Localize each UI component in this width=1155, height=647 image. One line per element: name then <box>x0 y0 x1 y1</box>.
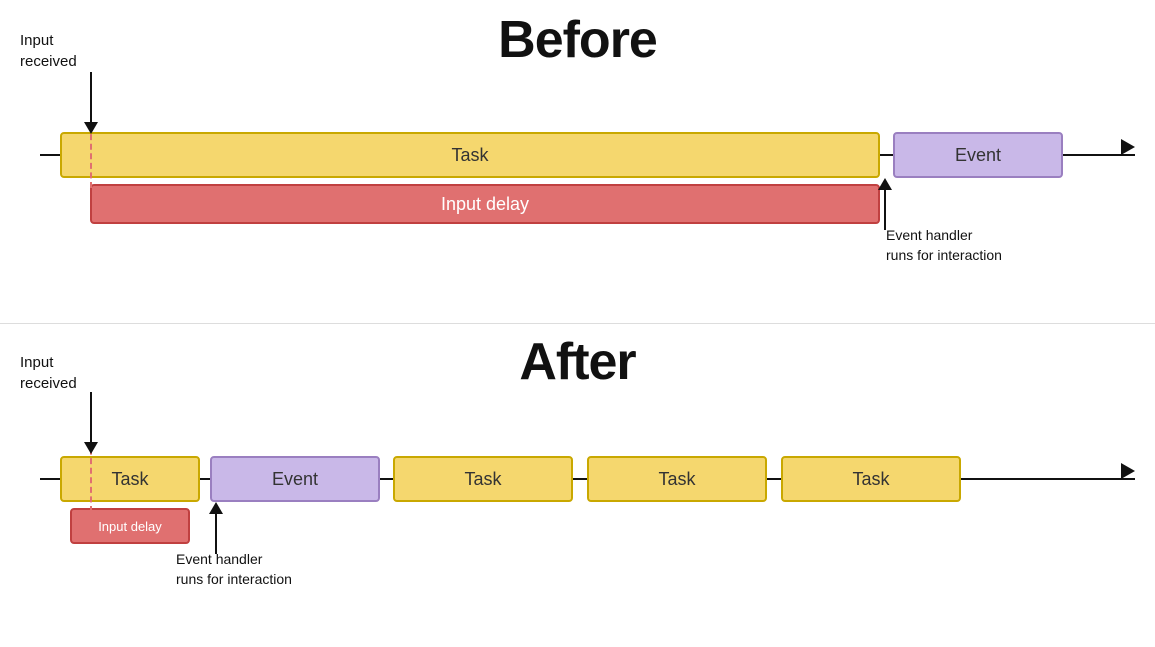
before-arrow-right <box>1121 139 1135 155</box>
after-input-arrow <box>84 392 98 454</box>
after-title: After <box>519 332 635 392</box>
before-event-handler-arrow <box>878 178 892 230</box>
after-task4-block: Task <box>781 456 961 502</box>
before-input-arrow-shaft <box>90 72 92 122</box>
before-input-arrow-head <box>84 122 98 134</box>
after-arrow-right <box>1121 463 1135 479</box>
after-event-handler-arrow-shaft <box>215 514 217 554</box>
before-event-block: Event <box>893 132 1063 178</box>
after-task-block: Task <box>60 456 200 502</box>
after-event-block: Event <box>210 456 380 502</box>
after-task3-block: Task <box>587 456 767 502</box>
before-input-received-label: Inputreceived <box>20 30 77 72</box>
after-input-arrow-shaft <box>90 392 92 442</box>
diagram-container: Before Task Event Input delay Inputrecei… <box>0 0 1155 647</box>
after-event-handler-arrow-head <box>209 502 223 514</box>
before-section: Before Task Event Input delay Inputrecei… <box>0 0 1155 323</box>
before-event-handler-arrow-shaft <box>884 190 886 230</box>
after-event-handler-arrow <box>209 502 223 554</box>
before-input-delay-block: Input delay <box>90 184 880 224</box>
after-task2-block: Task <box>393 456 573 502</box>
before-event-handler-arrow-head <box>878 178 892 190</box>
before-title: Before <box>498 10 657 70</box>
after-input-arrow-head <box>84 442 98 454</box>
after-input-delay-block: Input delay <box>70 508 190 544</box>
after-event-handler-label: Event handlerruns for interaction <box>176 550 292 589</box>
before-event-handler-label: Event handlerruns for interaction <box>886 226 1002 265</box>
after-input-received-label: Inputreceived <box>20 352 77 394</box>
before-task-block: Task <box>60 132 880 178</box>
before-input-arrow <box>84 72 98 134</box>
after-section: After Task Event Task Task Task Input de… <box>0 324 1155 647</box>
